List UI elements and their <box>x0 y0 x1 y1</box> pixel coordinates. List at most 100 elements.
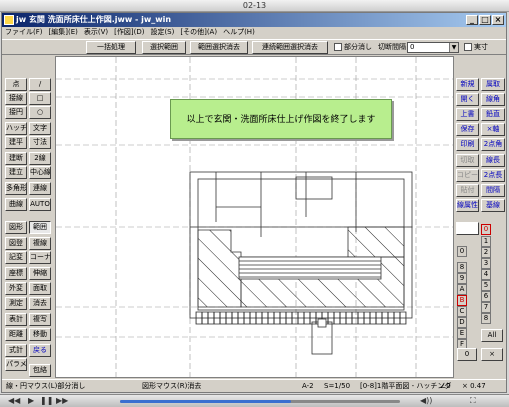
tool-table-calc[interactable]: 表計 <box>5 313 27 326</box>
layer-4[interactable]: 4 <box>481 269 491 280</box>
tool-tangent[interactable]: 接線 <box>5 92 27 105</box>
select-range-button[interactable]: 選択範囲 <box>142 41 186 54</box>
layer-group-a[interactable]: A <box>457 284 467 295</box>
tool-building-elevation[interactable]: 建立 <box>5 166 27 179</box>
continuous-range-erase-button[interactable]: 連続範囲選択消去 <box>252 41 328 54</box>
layer-3[interactable]: 3 <box>481 258 491 269</box>
layer-0[interactable]: 0 <box>481 224 491 235</box>
tool-centerline[interactable]: 中心線 <box>29 166 51 179</box>
tool-copy-clip[interactable]: コピー <box>456 169 479 182</box>
tool-line-length[interactable]: 線長 <box>481 154 505 167</box>
menu-help[interactable]: ヘルプ(H) <box>223 27 255 38</box>
fullscreen-icon[interactable]: ⛶ <box>470 396 476 406</box>
layer-2[interactable]: 2 <box>481 247 491 258</box>
tool-figure[interactable]: 図形 <box>5 221 27 234</box>
seek-bar[interactable] <box>120 400 400 403</box>
tool-building-section[interactable]: 建断 <box>5 152 27 165</box>
status-layer[interactable]: [0-8]1階平面図 - ハッチング <box>360 380 451 392</box>
tool-chamfer[interactable]: 面取 <box>29 282 51 295</box>
layer-close-button[interactable]: × <box>481 348 503 361</box>
tool-offset[interactable]: 複線 <box>29 237 51 250</box>
status-angle[interactable]: ∠0 <box>440 380 451 392</box>
tool-continuous-line[interactable]: 連線 <box>29 182 51 195</box>
play-icon[interactable]: ▶ <box>28 396 34 406</box>
partial-erase-checkbox[interactable] <box>334 43 342 51</box>
tool-erase[interactable]: 消去 <box>29 297 51 310</box>
status-paper-size[interactable]: A-2 <box>302 380 314 392</box>
tool-save[interactable]: 保存 <box>456 123 479 136</box>
menu-other[interactable]: [その他](A) <box>180 27 217 38</box>
layer-group-d[interactable]: D <box>457 317 467 328</box>
menu-file[interactable]: ファイル(F) <box>5 27 43 38</box>
layer-8[interactable]: 8 <box>481 313 491 324</box>
tool-move[interactable]: 移動 <box>29 328 51 341</box>
tool-measure[interactable]: 測定 <box>5 297 27 310</box>
tool-overwrite[interactable]: 上書 <box>456 108 479 121</box>
minimize-button[interactable]: _ <box>466 15 478 25</box>
tool-open[interactable]: 開く <box>456 93 479 106</box>
tool-tangent-circle[interactable]: 接円 <box>5 106 27 119</box>
status-zoom[interactable]: × 0.47 <box>462 380 486 392</box>
tool-print[interactable]: 印刷 <box>456 138 479 151</box>
tool-envelope[interactable]: 包絡 <box>29 364 51 377</box>
actual-size-checkbox[interactable] <box>464 43 472 51</box>
tool-two-point-length[interactable]: 2点長 <box>481 169 505 182</box>
tool-vertical[interactable]: 鉛直 <box>481 108 505 121</box>
batch-process-button[interactable]: 一括処理 <box>86 41 136 54</box>
tool-corner[interactable]: コーナー <box>29 251 51 264</box>
tool-circle[interactable]: ○ <box>29 106 51 119</box>
tool-formula[interactable]: 式計 <box>5 344 27 357</box>
tool-text[interactable]: 文字 <box>29 122 51 135</box>
tool-coordinate[interactable]: 座標 <box>5 267 27 280</box>
tool-external-change[interactable]: 外変 <box>5 282 27 295</box>
tool-hatch[interactable]: ハッチ <box>5 122 27 135</box>
status-scale[interactable]: S=1/50 <box>324 380 350 392</box>
tool-polygon[interactable]: 多角形 <box>5 182 27 195</box>
layer-group-e[interactable]: E <box>457 328 467 339</box>
rewind-icon[interactable]: ◀◀ <box>8 396 20 406</box>
tool-x-axis[interactable]: ×軸 <box>481 123 505 136</box>
volume-icon[interactable]: ◀)) <box>420 396 432 406</box>
fast-forward-icon[interactable]: ▶▶ <box>56 396 68 406</box>
menu-draw[interactable]: [作図](D) <box>114 27 144 38</box>
maximize-button[interactable]: □ <box>479 15 491 25</box>
layer-group-0[interactable]: 0 <box>457 246 467 257</box>
layer-group-8[interactable]: 8 <box>457 262 467 273</box>
tool-base-line[interactable]: 基線 <box>481 199 505 212</box>
tool-get-attribute[interactable]: 属取 <box>481 78 505 91</box>
tool-line-attribute[interactable]: 線属性 <box>456 199 479 212</box>
tool-rectangle[interactable]: □ <box>29 92 51 105</box>
tool-double-line[interactable]: 2線 <box>29 152 51 165</box>
chevron-down-icon[interactable]: ▼ <box>449 43 458 52</box>
tool-copy[interactable]: 複写 <box>29 313 51 326</box>
layer-5[interactable]: 5 <box>481 280 491 291</box>
tool-cut[interactable]: 切取 <box>456 154 479 167</box>
layer-zero-button[interactable]: 0 <box>457 348 477 361</box>
tool-auto[interactable]: AUTO <box>29 198 51 211</box>
cut-interval-combo[interactable]: 0 ▼ <box>407 42 459 53</box>
layer-6[interactable]: 6 <box>481 291 491 302</box>
layer-all-button[interactable]: All <box>481 329 503 342</box>
layer-group-b[interactable]: B <box>457 295 467 306</box>
layer-group-c[interactable]: C <box>457 306 467 317</box>
tool-interval[interactable]: 間隔 <box>481 184 505 197</box>
tool-symbol-change[interactable]: 記変 <box>5 251 27 264</box>
tool-line[interactable]: / <box>29 78 51 91</box>
tool-distance[interactable]: 距離 <box>5 328 27 341</box>
tool-two-point-angle[interactable]: 2点角 <box>481 138 505 151</box>
range-erase-button[interactable]: 範囲選択消去 <box>190 41 248 54</box>
tool-undo[interactable]: 戻る <box>29 344 51 357</box>
tool-figure-register[interactable]: 図登 <box>5 237 27 250</box>
layer-1[interactable]: 1 <box>481 236 491 247</box>
close-button[interactable]: × <box>492 15 504 25</box>
layer-group-9[interactable]: 9 <box>457 273 467 284</box>
tool-stretch[interactable]: 伸縮 <box>29 267 51 280</box>
menu-view[interactable]: 表示(V) <box>84 27 108 38</box>
drawing-canvas[interactable]: 以上で玄関・洗面所床仕上げ作図を終了します <box>55 56 454 378</box>
tool-curve[interactable]: 曲線 <box>5 198 27 211</box>
line-type-preview[interactable] <box>456 222 479 235</box>
menu-edit[interactable]: [編集](E) <box>49 27 78 38</box>
menu-settings[interactable]: 設定(S) <box>150 27 174 38</box>
pause-icon[interactable]: ❚❚ <box>40 396 53 406</box>
tool-point[interactable]: 点 <box>5 78 27 91</box>
